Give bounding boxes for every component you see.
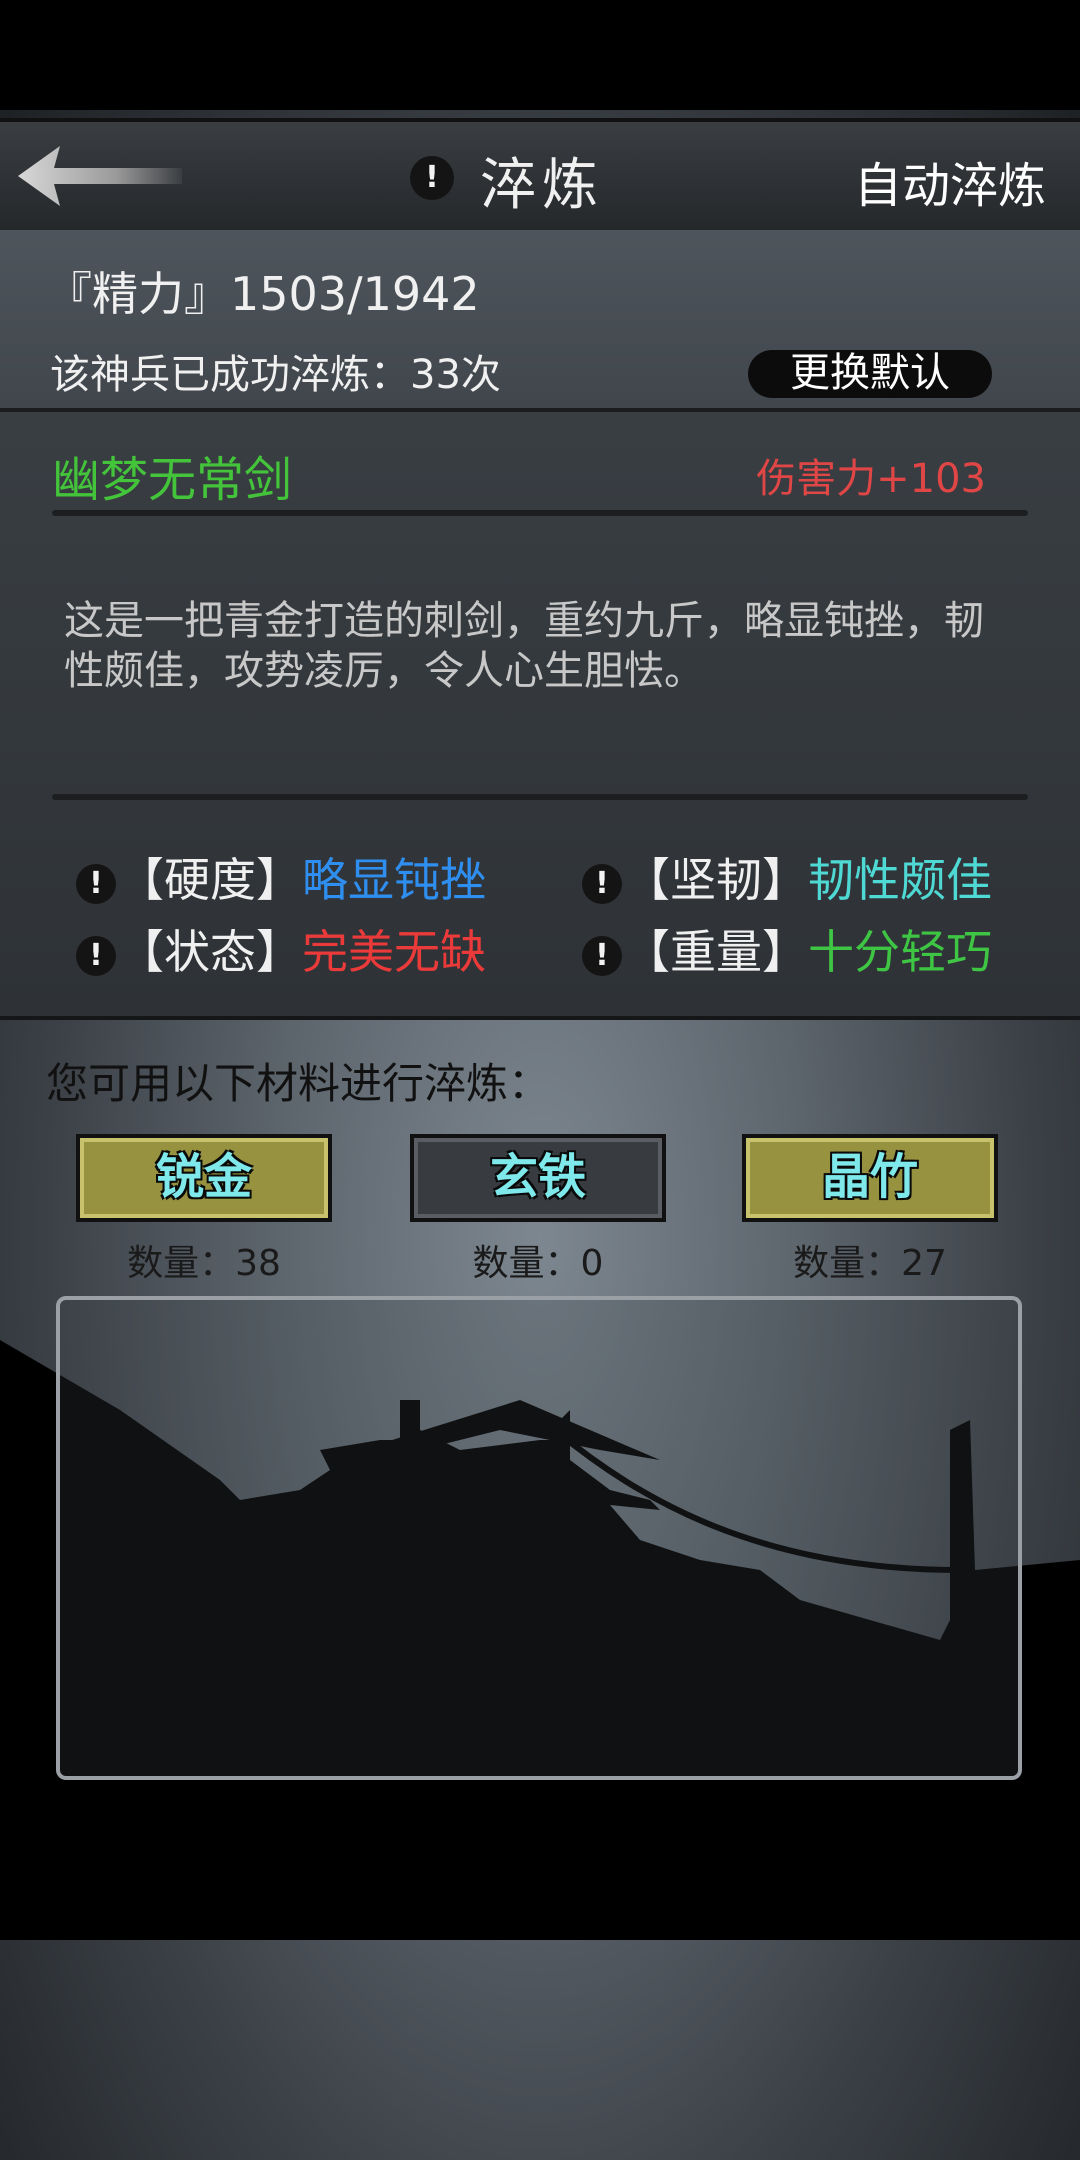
material-button-xuantie[interactable]: 玄铁 [410,1134,666,1222]
weight-info-icon[interactable]: ! [582,935,622,976]
toughness-info-icon[interactable]: ! [582,863,622,904]
stamina-value: 『精力』1503/1942 [46,267,480,321]
material-quantity: 数量：0 [472,1243,604,1284]
divider [52,794,1028,800]
change-default-button[interactable]: 更换默认 [748,350,992,398]
stats-panel: 『精力』1503/1942 该神兵已成功淬炼：33次 更换默认 [0,230,1080,412]
attribute-value: 韧性颇佳 [808,853,992,907]
materials-prompt: 您可用以下材料进行淬炼： [46,1059,551,1108]
attribute-label: 【重量】 [624,925,808,979]
back-button[interactable] [14,140,184,212]
weapon-name: 幽梦无常剑 [52,452,293,508]
material-quantity: 数量：27 [793,1243,947,1284]
attribute-condition: ! 【状态】完美无缺 [76,916,486,982]
condition-info-icon[interactable]: ! [76,935,116,976]
attribute-label: 【坚韧】 [624,853,808,907]
divider [52,510,1028,516]
attribute-hardness: ! 【硬度】略显钝挫 [76,844,486,910]
material-quantity: 数量：38 [127,1243,281,1284]
page-title: 淬炼 [480,153,604,218]
title-info-icon[interactable]: ! [410,156,454,200]
attribute-value: 十分轻巧 [808,925,992,979]
weapon-description: 这是一把青金打造的刺剑，重约九斤，略显钝挫，韧性颇佳，攻势凌厉，令人心生胆怯。 [64,598,984,694]
refine-result-area [56,1296,1022,1780]
attribute-label: 【状态】 [118,925,302,979]
attribute-value: 略显钝挫 [302,853,486,907]
material-button-jingzhu[interactable]: 晶竹 [742,1134,998,1222]
back-arrow-icon [18,146,182,206]
attribute-label: 【硬度】 [118,853,302,907]
material-name: 锐金 [155,1149,252,1205]
attribute-toughness: ! 【坚韧】韧性颇佳 [582,844,992,910]
auto-refine-button[interactable]: 自动淬炼 [854,146,1046,216]
refine-count-text: 该神兵已成功淬炼：33次 [50,352,501,398]
material-button-ruijin[interactable]: 锐金 [76,1134,332,1222]
hardness-info-icon[interactable]: ! [76,863,116,904]
weapon-damage: 伤害力+103 [756,456,986,502]
material-name: 晶竹 [821,1149,918,1205]
top-bar: ! 淬炼 自动淬炼 [0,118,1080,234]
attribute-weight: ! 【重量】十分轻巧 [582,916,992,982]
weapon-panel: 幽梦无常剑 伤害力+103 这是一把青金打造的刺剑，重约九斤，略显钝挫，韧性颇佳… [0,412,1080,1020]
attribute-value: 完美无缺 [302,925,486,979]
material-name: 玄铁 [489,1149,586,1205]
